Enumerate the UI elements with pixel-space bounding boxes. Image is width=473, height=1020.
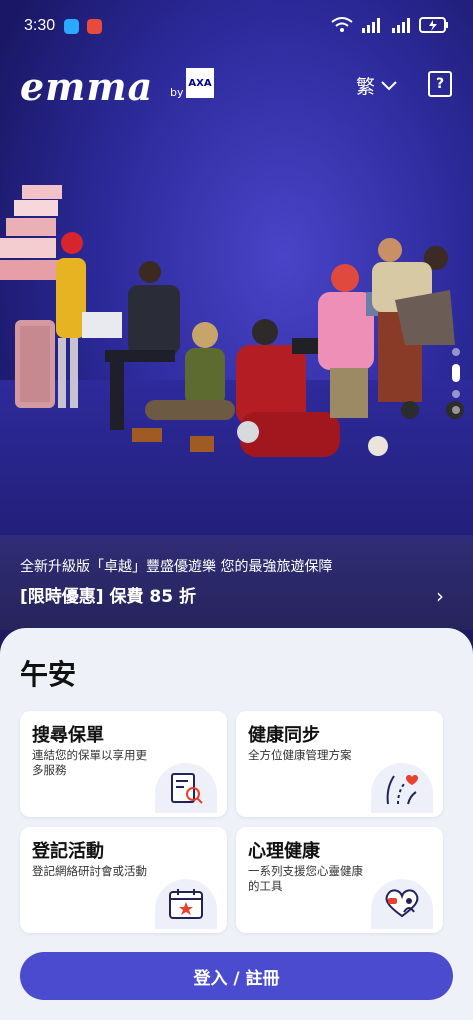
card-mental-health[interactable]: 心理健康 一系列支援您心靈健康的工具 — [236, 827, 443, 933]
language-label: 繁 — [356, 76, 376, 98]
login-register-button[interactable]: 登入 / 註冊 — [20, 952, 453, 1000]
card-title: 健康同步 — [248, 725, 320, 746]
help-icon: ? — [435, 76, 445, 92]
promo-title: [限時優惠] 保費 85 折 — [20, 587, 196, 607]
carousel-dot[interactable] — [452, 390, 460, 398]
card-health-sync[interactable]: 健康同步 全方位健康管理方案 — [236, 711, 443, 817]
card-title: 登記活動 — [32, 841, 104, 862]
logo-by-text: by — [170, 86, 184, 99]
help-button[interactable]: ? — [428, 71, 452, 97]
app-header: emma by AXA 繁 ? — [0, 60, 473, 110]
card-desc: 登記網絡研討會或活動 — [32, 864, 147, 878]
greeting: 午安 — [20, 658, 77, 691]
status-time: 3:30 — [24, 17, 56, 34]
axa-logo: AXA — [186, 68, 214, 98]
carousel-indicator — [452, 348, 462, 422]
card-desc: 連結您的保單以享用更多服務 — [32, 748, 147, 777]
cellular-signal-2-icon — [392, 18, 410, 33]
wifi-icon — [331, 17, 353, 32]
promo-subtitle: 全新升級版「卓越」豐盛優遊樂 您的最強旅遊保障 — [20, 559, 333, 575]
messenger-icon — [64, 19, 79, 34]
cellular-signal-icon — [362, 18, 380, 33]
carousel-dot[interactable] — [452, 348, 460, 356]
policy-search-icon — [171, 773, 203, 804]
card-desc: 全方位健康管理方案 — [248, 748, 352, 762]
carousel-dot[interactable] — [452, 406, 460, 414]
chevron-down-icon — [381, 80, 397, 90]
card-search-policy[interactable]: 搜尋保單 連結您的保單以享用更多服務 — [20, 711, 227, 817]
chevron-right-icon[interactable]: › — [436, 584, 444, 608]
language-selector[interactable]: 繁 — [356, 72, 397, 99]
emma-logo: emma — [20, 64, 154, 109]
card-register-event[interactable]: 登記活動 登記網絡研討會或活動 — [20, 827, 227, 933]
health-sync-icon — [386, 775, 418, 805]
mental-health-icon — [385, 889, 419, 918]
card-title: 心理健康 — [248, 841, 320, 862]
calendar-event-icon — [169, 889, 203, 919]
card-title: 搜尋保單 — [32, 725, 104, 746]
app-notification-icon — [87, 19, 102, 34]
carousel-dot-active[interactable] — [452, 364, 460, 382]
card-desc: 一系列支援您心靈健康的工具 — [248, 864, 363, 893]
battery-icon — [419, 17, 448, 33]
status-bar: 3:30 — [0, 0, 473, 56]
